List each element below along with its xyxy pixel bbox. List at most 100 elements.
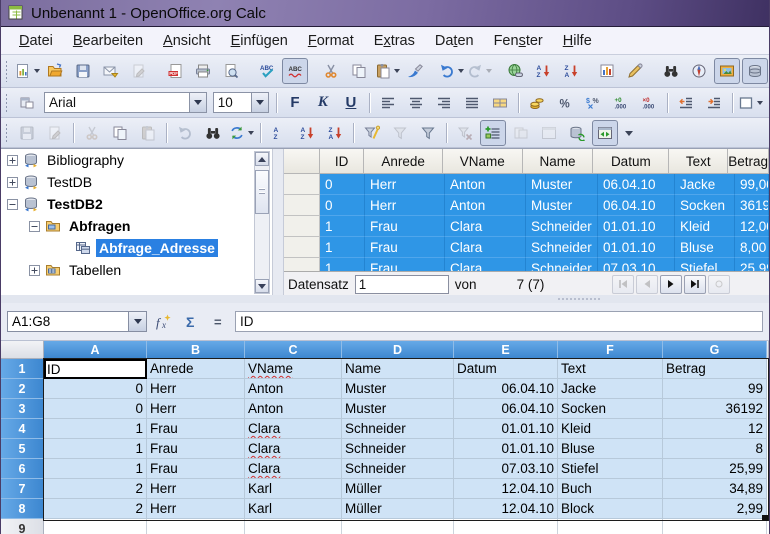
copy-button[interactable]: [107, 120, 133, 146]
font-size-combo[interactable]: 10: [213, 92, 269, 113]
cell[interactable]: Herr: [147, 379, 245, 399]
cell[interactable]: [147, 519, 245, 534]
cell-betrag[interactable]: 8,00: [735, 237, 769, 258]
column-header-rest[interactable]: [767, 341, 769, 359]
datasources-button[interactable]: [742, 58, 768, 84]
menu-item[interactable]: Datei: [9, 30, 63, 52]
cell[interactable]: Karl: [245, 479, 342, 499]
tree-item-abfrage-adresse[interactable]: Abfrage_Adresse: [1, 237, 272, 259]
cell-vname[interactable]: Anton: [445, 195, 526, 216]
select-all-corner[interactable]: [1, 341, 44, 359]
font-size-dropdown-icon[interactable]: [251, 93, 268, 112]
datasource-row[interactable]: 0 Herr Anton Muster 06.04.10 Socken 3619…: [284, 195, 769, 216]
scroll-down-icon[interactable]: [255, 279, 269, 293]
save-button[interactable]: [70, 58, 96, 84]
menu-item[interactable]: Extras: [364, 30, 425, 52]
cell-name[interactable]: Schneider: [526, 258, 598, 271]
cell-name[interactable]: Muster: [526, 195, 598, 216]
name-box-value[interactable]: A1:G8: [8, 314, 128, 329]
cell-id[interactable]: 1: [320, 237, 365, 258]
tree-item-bibliography[interactable]: Bibliography: [1, 149, 272, 171]
align-right-button[interactable]: [431, 90, 457, 116]
row-header[interactable]: 7: [1, 479, 44, 499]
cell[interactable]: VName: [245, 359, 342, 379]
cell[interactable]: 0: [44, 379, 147, 399]
cell-anrede[interactable]: Frau: [365, 237, 445, 258]
cell-text[interactable]: Kleid: [675, 216, 735, 237]
tree-item-label[interactable]: Bibliography: [44, 151, 127, 169]
percent-button[interactable]: %: [552, 90, 578, 116]
tree-item-label[interactable]: Tabellen: [66, 261, 124, 279]
column-header-f[interactable]: F: [558, 341, 663, 359]
cell-anrede[interactable]: Herr: [365, 174, 445, 195]
cell[interactable]: Frau: [147, 419, 245, 439]
sort-button[interactable]: AZ: [266, 120, 292, 146]
redo-button[interactable]: [466, 58, 492, 84]
print-button[interactable]: [190, 58, 216, 84]
cell-id[interactable]: 0: [320, 174, 365, 195]
cell[interactable]: Clara: [245, 419, 342, 439]
menu-item[interactable]: Hilfe: [553, 30, 602, 52]
expand-icon[interactable]: [7, 177, 18, 188]
cell[interactable]: Betrag: [663, 359, 767, 379]
collapse-icon[interactable]: [7, 199, 18, 210]
column-header-c[interactable]: C: [245, 341, 342, 359]
column-header-g[interactable]: G: [663, 341, 767, 359]
explorer-splitter[interactable]: [272, 149, 284, 296]
cell[interactable]: 12: [663, 419, 767, 439]
scroll-up-icon[interactable]: [255, 152, 269, 166]
font-name-value[interactable]: Arial: [45, 95, 189, 110]
formula-input-line[interactable]: ID: [235, 311, 763, 332]
cell[interactable]: 1: [44, 459, 147, 479]
underline-button[interactable]: U: [338, 90, 364, 116]
tree-item-tabellen[interactable]: Tabellen: [1, 259, 272, 281]
cell[interactable]: Frau: [147, 459, 245, 479]
column-header[interactable]: Anrede: [364, 149, 443, 174]
first-record-button[interactable]: [612, 275, 634, 294]
cell-betrag[interactable]: 99,00: [735, 174, 769, 195]
column-header[interactable]: Datum: [593, 149, 669, 174]
tree-item-abfragen[interactable]: Abfragen: [1, 215, 272, 237]
cell[interactable]: Clara: [245, 439, 342, 459]
sort-desc-button[interactable]: ZA: [322, 120, 348, 146]
cell[interactable]: Bluse: [558, 439, 663, 459]
redo-dropdown-icon[interactable]: [486, 69, 492, 73]
sum-icon[interactable]: Σ: [179, 311, 203, 333]
align-center-button[interactable]: [403, 90, 429, 116]
tree-item-label[interactable]: TestDB2: [44, 195, 106, 213]
cell[interactable]: Müller: [342, 499, 454, 519]
record-number-input[interactable]: 1: [355, 275, 449, 294]
cell[interactable]: 1: [44, 419, 147, 439]
previous-record-button[interactable]: [636, 275, 658, 294]
cell[interactable]: Anton: [245, 379, 342, 399]
row-header[interactable]: 9: [1, 519, 44, 534]
datasource-row[interactable]: 1 Frau Clara Schneider 01.01.10 Kleid 12…: [284, 216, 769, 237]
cell[interactable]: [558, 519, 663, 534]
menu-item[interactable]: Daten: [425, 30, 484, 52]
row-header[interactable]: 8: [1, 499, 44, 519]
cut-button[interactable]: [318, 58, 344, 84]
cell[interactable]: Herr: [147, 479, 245, 499]
find-button[interactable]: [658, 58, 684, 84]
cell[interactable]: [245, 519, 342, 534]
cell[interactable]: Anton: [245, 399, 342, 419]
cell[interactable]: Socken: [558, 399, 663, 419]
collapse-icon[interactable]: [29, 221, 40, 232]
cell[interactable]: Schneider: [342, 439, 454, 459]
cell[interactable]: 25,99: [663, 459, 767, 479]
cell[interactable]: Anrede: [147, 359, 245, 379]
row-selector[interactable]: [284, 258, 320, 271]
undo-button[interactable]: [438, 58, 464, 84]
navigator-button[interactable]: [686, 58, 712, 84]
styles-button[interactable]: [14, 90, 40, 116]
menu-item[interactable]: Format: [298, 30, 364, 52]
add-decimal-button[interactable]: +0.000: [608, 90, 634, 116]
cell[interactable]: Name: [342, 359, 454, 379]
cell-text[interactable]: Socken: [675, 195, 735, 216]
explorer-off-button[interactable]: [536, 120, 562, 146]
row-selector[interactable]: [284, 195, 320, 216]
undo-dropdown-icon[interactable]: [458, 69, 464, 73]
cell[interactable]: Karl: [245, 499, 342, 519]
column-header[interactable]: ID: [320, 149, 364, 174]
cell[interactable]: 01.01.10: [454, 439, 558, 459]
